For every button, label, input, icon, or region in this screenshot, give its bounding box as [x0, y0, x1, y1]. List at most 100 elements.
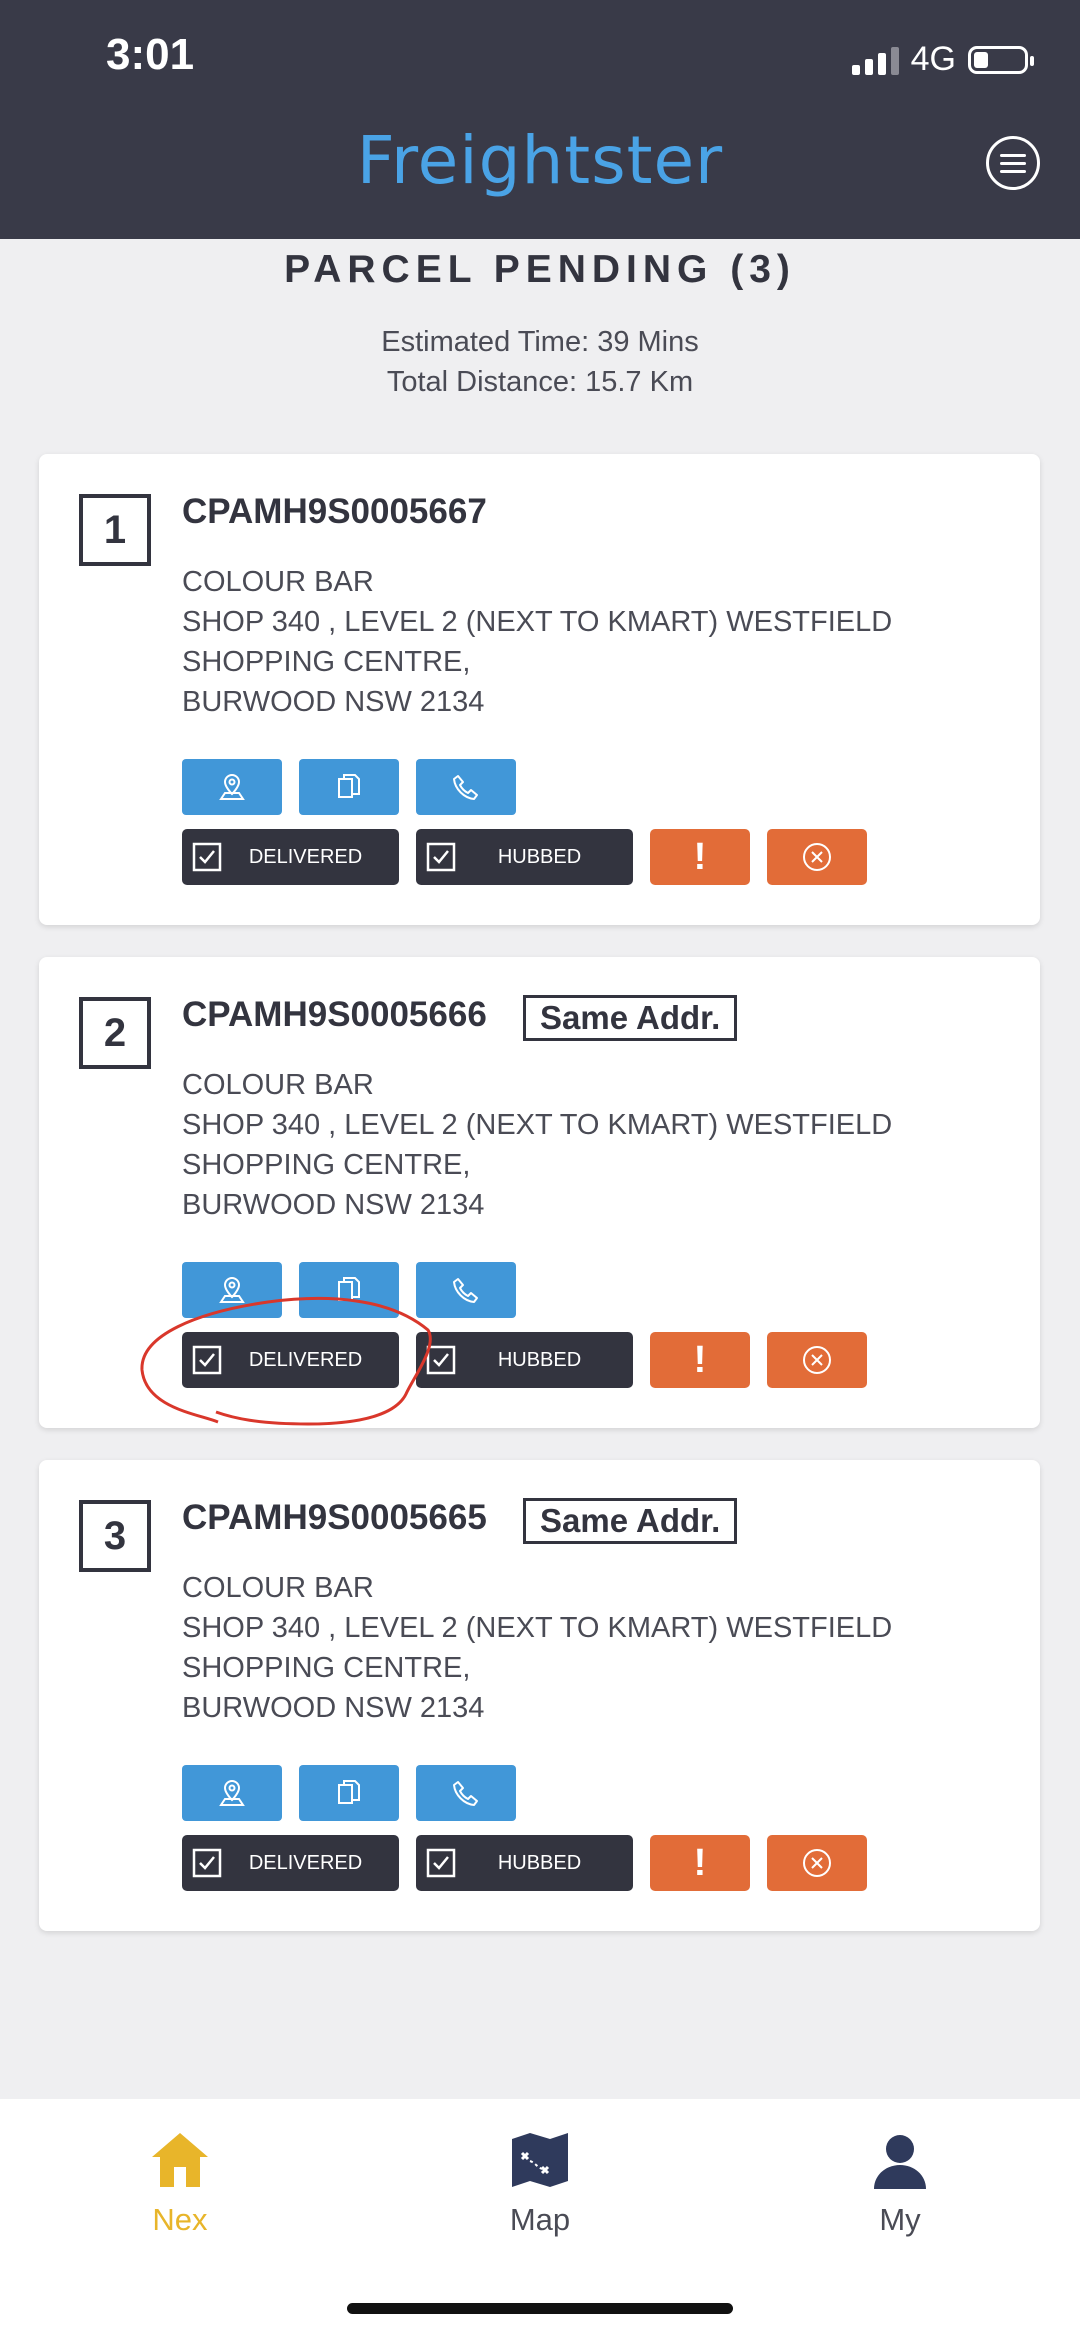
user-icon [874, 2135, 926, 2189]
call-button[interactable] [416, 1262, 516, 1318]
copy-button[interactable] [299, 1262, 399, 1318]
hubbed-label: HUBBED [497, 1348, 582, 1371]
total-distance: Total Distance: 15.7 Km [386, 366, 694, 398]
parcel-quick-actions [182, 759, 516, 815]
report-issue-button[interactable]: ! [650, 829, 750, 885]
map-pin-icon [219, 773, 245, 800]
network-type: 4G [910, 40, 956, 78]
parcel-code: CPAMH9S0005666 [182, 995, 487, 1034]
parcel-card[interactable]: 3 CPAMH9S0005665 Same Addr. COLOUR BAR S… [39, 1460, 1040, 1931]
copy-button[interactable] [299, 1765, 399, 1821]
address-line: BURWOOD NSW 2134 [182, 1692, 485, 1724]
map-icon [512, 2133, 568, 2187]
signal-icon [851, 45, 899, 75]
parcel-address: COLOUR BAR SHOP 340 , LEVEL 2 (NEXT TO K… [182, 1065, 1022, 1225]
nav-item-my[interactable]: My [800, 2129, 1000, 2238]
app-logo: Freightster [356, 122, 724, 199]
checkbox-icon [426, 1848, 456, 1878]
report-issue-button[interactable]: ! [650, 1835, 750, 1891]
phone-icon [453, 1278, 478, 1303]
navigate-button[interactable] [182, 1262, 282, 1318]
address-line: BURWOOD NSW 2134 [182, 686, 485, 718]
address-line: SHOP 340 , LEVEL 2 (NEXT TO KMART) WESTF… [182, 1109, 893, 1141]
parcel-address: COLOUR BAR SHOP 340 , LEVEL 2 (NEXT TO K… [182, 562, 1022, 722]
delivered-button[interactable]: DELIVERED [182, 1835, 399, 1891]
call-button[interactable] [416, 1765, 516, 1821]
address-line: BURWOOD NSW 2134 [182, 1189, 485, 1221]
recipient-name: COLOUR BAR [182, 566, 374, 598]
exclamation-icon: ! [693, 1339, 707, 1381]
navigate-button[interactable] [182, 759, 282, 815]
exclamation-icon: ! [693, 836, 707, 878]
cancel-parcel-button[interactable] [767, 1835, 867, 1891]
hubbed-label: HUBBED [497, 845, 582, 868]
address-line: SHOPPING CENTRE, [182, 1149, 471, 1181]
exclamation-icon: ! [693, 1842, 707, 1884]
address-line: SHOP 340 , LEVEL 2 (NEXT TO KMART) WESTF… [182, 606, 893, 638]
copy-button[interactable] [299, 759, 399, 815]
delivered-button[interactable]: DELIVERED [182, 829, 399, 885]
nav-label: Nex [152, 2202, 208, 2237]
checkbox-icon [192, 1345, 222, 1375]
checkbox-icon [426, 842, 456, 872]
parcel-quick-actions [182, 1262, 516, 1318]
bottom-nav: Nex Map My [0, 2099, 1080, 2337]
parcel-status-actions: DELIVERED HUBBED ! [182, 1332, 867, 1388]
checkbox-icon [192, 1848, 222, 1878]
parcel-number: 3 [79, 1500, 151, 1572]
delivered-button[interactable]: DELIVERED [182, 1332, 399, 1388]
parcel-status-actions: DELIVERED HUBBED ! [182, 1835, 867, 1891]
menu-icon-bar [1000, 153, 1026, 157]
map-pin-icon [219, 1276, 245, 1303]
nav-label: Map [509, 2202, 571, 2237]
status-time: 3:01 [106, 30, 195, 79]
parcel-card[interactable]: 2 CPAMH9S0005666 Same Addr. COLOUR BAR S… [39, 957, 1040, 1428]
delivered-label: DELIVERED [248, 1348, 363, 1371]
close-circle-icon [803, 1849, 831, 1877]
parcel-code: CPAMH9S0005665 [182, 1498, 487, 1537]
menu-icon-bar [1000, 161, 1026, 165]
parcel-quick-actions [182, 1765, 516, 1821]
navigate-button[interactable] [182, 1765, 282, 1821]
address-line: SHOPPING CENTRE, [182, 646, 471, 678]
same-address-badge: Same Addr. [523, 995, 738, 1041]
close-circle-icon [803, 843, 831, 871]
checkbox-icon [426, 1345, 456, 1375]
nav-label: My [879, 2202, 921, 2237]
cancel-parcel-button[interactable] [767, 829, 867, 885]
hubbed-button[interactable]: HUBBED [416, 1332, 633, 1388]
documents-icon [338, 1277, 360, 1301]
hubbed-button[interactable]: HUBBED [416, 829, 633, 885]
delivered-label: DELIVERED [248, 1851, 363, 1874]
delivered-label: DELIVERED [248, 845, 363, 868]
nav-item-nex[interactable]: Nex [80, 2129, 280, 2238]
hubbed-label: HUBBED [497, 1851, 582, 1874]
parcel-address: COLOUR BAR SHOP 340 , LEVEL 2 (NEXT TO K… [182, 1568, 1022, 1728]
parcel-number: 2 [79, 997, 151, 1069]
same-address-badge: Same Addr. [523, 1498, 738, 1544]
documents-icon [338, 1780, 360, 1804]
checkbox-icon [192, 842, 222, 872]
address-line: SHOP 340 , LEVEL 2 (NEXT TO KMART) WESTF… [182, 1612, 893, 1644]
recipient-name: COLOUR BAR [182, 1069, 374, 1101]
phone-icon [453, 1781, 478, 1806]
cancel-parcel-button[interactable] [767, 1332, 867, 1388]
home-indicator [347, 2303, 733, 2314]
parcel-code: CPAMH9S0005667 [182, 492, 487, 531]
parcel-status-actions: DELIVERED HUBBED ! [182, 829, 867, 885]
documents-icon [338, 774, 360, 798]
call-button[interactable] [416, 759, 516, 815]
recipient-name: COLOUR BAR [182, 1572, 374, 1604]
report-issue-button[interactable]: ! [650, 1332, 750, 1388]
menu-icon-bar [1000, 169, 1026, 173]
nav-item-map[interactable]: Map [440, 2129, 640, 2238]
parcel-card[interactable]: 1 CPAMH9S0005667 COLOUR BAR SHOP 340 , L… [39, 454, 1040, 925]
close-circle-icon [803, 1346, 831, 1374]
parcel-number: 1 [79, 494, 151, 566]
status-indicators: 4G [851, 40, 1034, 79]
top-bar: 3:01 4G Freightster [0, 0, 1080, 239]
home-icon [152, 2133, 208, 2187]
phone-icon [453, 775, 478, 800]
hubbed-button[interactable]: HUBBED [416, 1835, 633, 1891]
menu-button[interactable] [986, 136, 1040, 190]
